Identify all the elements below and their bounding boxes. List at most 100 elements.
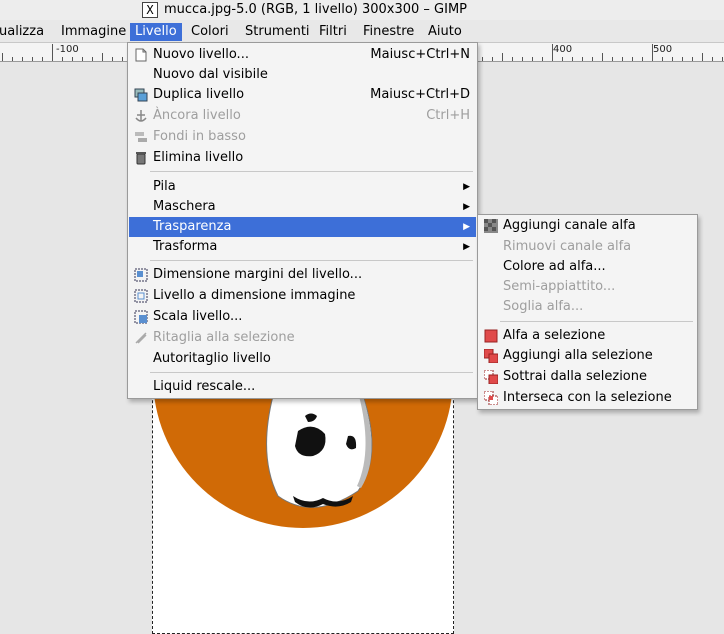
- menu-item-elimina-livello[interactable]: Elimina livello: [129, 148, 476, 168]
- ruler-tick: [42, 57, 43, 61]
- ruler-tick: [512, 57, 513, 61]
- submenu-item-rimuovi-canale-alfa[interactable]: Rimuovi canale alfa: [479, 237, 696, 257]
- crop-icon: [135, 332, 147, 344]
- submenu-item-soglia-alfa[interactable]: Soglia alfa...: [479, 297, 696, 317]
- trash-icon: [136, 152, 146, 165]
- menu-item-liquid-rescale[interactable]: Liquid rescale...: [129, 377, 476, 397]
- anchor-icon: [135, 110, 147, 122]
- submenu-item-semi-appiattito[interactable]: Semi-appiattito...: [479, 277, 696, 297]
- menu-item-duplica-livello[interactable]: Duplica livello Maiusc+Ctrl+D: [129, 85, 476, 105]
- ruler-tick: [662, 57, 663, 61]
- menu-item-autoritaglio-livello[interactable]: Autoritaglio livello: [129, 349, 476, 369]
- ruler-tick: [72, 57, 73, 61]
- duplicate-icon: [134, 88, 148, 102]
- ruler-tick: [522, 57, 523, 61]
- submenu-item-aggiungi-alla-selezione[interactable]: Aggiungi alla selezione: [479, 346, 696, 366]
- menu-item-trasparenza[interactable]: Trasparenza ▶: [129, 217, 476, 237]
- ruler-tick: [692, 57, 693, 61]
- ruler-tick: [62, 57, 63, 61]
- ruler-tick: [672, 57, 673, 61]
- ruler-tick: [92, 57, 93, 61]
- menu-item-ancora-livello[interactable]: Àncora livello Ctrl+H: [129, 106, 476, 126]
- submenu-item-sottrai-dalla-selezione[interactable]: Sottrai dalla selezione: [479, 367, 696, 387]
- menu-visualizza[interactable]: ualizza: [0, 23, 49, 41]
- menu-separator: [150, 260, 473, 261]
- menu-item-nuovo-livello[interactable]: Nuovo livello... Maiusc+Ctrl+N: [129, 45, 476, 65]
- layer-to-image-icon: [134, 289, 148, 303]
- ruler-label: -100: [56, 44, 79, 55]
- submenu-item-alfa-a-selezione[interactable]: Alfa a selezione: [479, 326, 696, 346]
- menu-aiuto[interactable]: Aiuto: [423, 23, 467, 41]
- merge-down-icon: [135, 132, 147, 142]
- menu-filtri[interactable]: Filtri: [314, 23, 352, 41]
- livello-menu: Nuovo livello... Maiusc+Ctrl+N Nuovo dal…: [127, 42, 478, 399]
- ruler-tick: [612, 57, 613, 61]
- submenu-separator: [500, 321, 693, 322]
- ruler-tick: [102, 53, 103, 61]
- ruler-tick: [632, 57, 633, 61]
- ruler-tick: [542, 57, 543, 61]
- ruler-tick: [2, 53, 3, 61]
- submenu-arrow-icon: ▶: [463, 222, 470, 232]
- menu-item-ritaglia-alla-selezione[interactable]: Ritaglia alla selezione: [129, 328, 476, 348]
- menu-item-livello-a-dimensione-immagine[interactable]: Livello a dimensione immagine: [129, 286, 476, 306]
- ruler-tick: [652, 44, 653, 61]
- submenu-item-colore-ad-alfa[interactable]: Colore ad alfa...: [479, 257, 696, 277]
- ruler-tick: [502, 53, 503, 61]
- submenu-arrow-icon: ▶: [463, 242, 470, 252]
- new-layer-icon: [135, 48, 147, 62]
- intersect-selection-icon: [484, 391, 498, 405]
- submenu-arrow-icon: ▶: [463, 182, 470, 192]
- ruler-tick: [32, 57, 33, 61]
- window-title: mucca.jpg-5.0 (RGB, 1 livello) 300x300 –…: [164, 2, 468, 17]
- menu-item-maschera[interactable]: Maschera ▶: [129, 197, 476, 217]
- menu-finestre[interactable]: Finestre: [358, 23, 419, 41]
- submenu-arrow-icon: ▶: [463, 202, 470, 212]
- ruler-tick: [572, 57, 573, 61]
- menu-immagine[interactable]: Immagine: [56, 23, 131, 41]
- menu-item-pila[interactable]: Pila ▶: [129, 177, 476, 197]
- ruler-tick: [112, 57, 113, 61]
- menu-item-nuovo-dal-visibile[interactable]: Nuovo dal visibile: [129, 65, 476, 85]
- menu-item-dimensione-margini[interactable]: Dimensione margini del livello...: [129, 265, 476, 285]
- ruler-tick: [592, 57, 593, 61]
- ruler-tick: [722, 57, 723, 61]
- ruler-tick: [12, 57, 13, 61]
- boundary-size-icon: [134, 268, 148, 282]
- ruler-label: 500: [653, 44, 673, 55]
- ruler-tick: [582, 57, 583, 61]
- x11-icon: X: [142, 2, 158, 18]
- ruler-tick: [52, 44, 53, 61]
- menu-separator: [150, 372, 473, 373]
- ruler-tick: [712, 57, 713, 61]
- menu-colori[interactable]: Colori: [186, 23, 234, 41]
- add-alpha-icon: [484, 219, 498, 233]
- menu-separator: [150, 171, 473, 172]
- submenu-item-interseca-con-la-selezione[interactable]: Interseca con la selezione: [479, 388, 696, 408]
- ruler-label: 400: [553, 44, 573, 55]
- trasparenza-submenu: Aggiungi canale alfa Rimuovi canale alfa…: [477, 214, 698, 410]
- submenu-item-aggiungi-canale-alfa[interactable]: Aggiungi canale alfa: [479, 216, 696, 236]
- menu-bar: ualizza Immagine Livello Colori Strument…: [0, 20, 724, 43]
- add-to-selection-icon: [484, 349, 498, 363]
- menu-item-trasforma[interactable]: Trasforma ▶: [129, 237, 476, 257]
- ruler-tick: [492, 57, 493, 61]
- ruler-tick: [532, 57, 533, 61]
- menu-item-fondi-in-basso[interactable]: Fondi in basso: [129, 127, 476, 147]
- ruler-tick: [682, 57, 683, 61]
- ruler-tick: [482, 57, 483, 61]
- ruler-tick: [622, 57, 623, 61]
- menu-strumenti[interactable]: Strumenti: [240, 23, 315, 41]
- menu-livello[interactable]: Livello: [130, 23, 182, 41]
- ruler-tick: [702, 53, 703, 61]
- title-bar: X mucca.jpg-5.0 (RGB, 1 livello) 300x300…: [0, 0, 724, 21]
- subtract-selection-icon: [484, 370, 498, 384]
- alpha-to-selection-icon: [484, 329, 498, 343]
- scale-layer-icon: [134, 310, 148, 324]
- ruler-tick: [22, 57, 23, 61]
- ruler-tick: [82, 57, 83, 61]
- menu-item-scala-livello[interactable]: Scala livello...: [129, 307, 476, 327]
- cow-illustration: [266, 396, 373, 508]
- ruler-tick: [642, 57, 643, 61]
- ruler-tick: [562, 57, 563, 61]
